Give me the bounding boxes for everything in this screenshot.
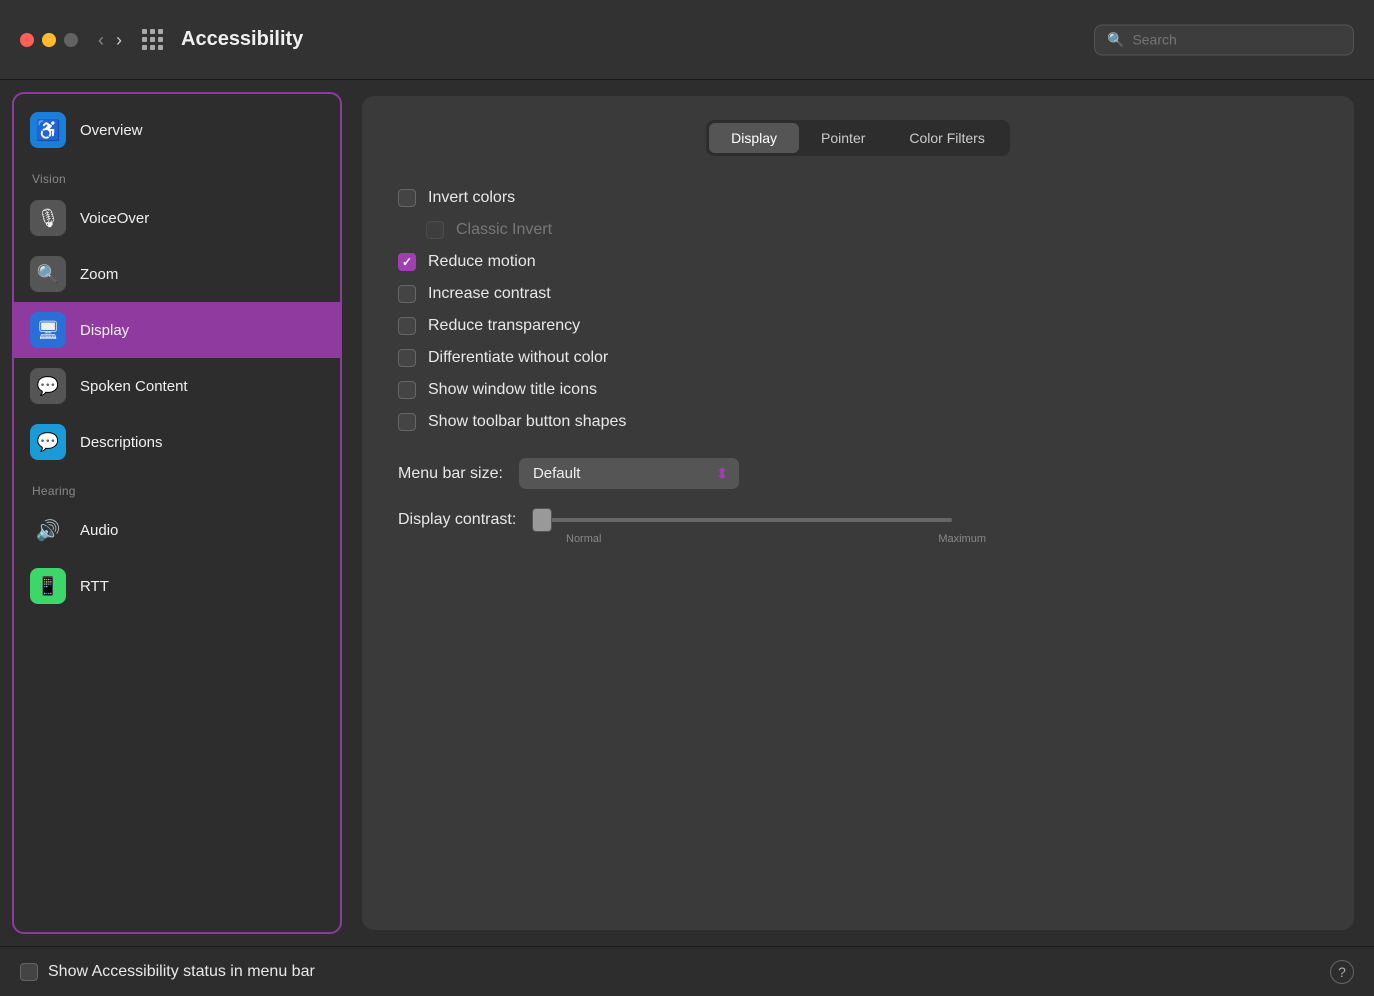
accessibility-status-label: Show Accessibility status in menu bar bbox=[48, 963, 315, 981]
reduce-motion-checkbox[interactable] bbox=[398, 253, 416, 271]
window-controls bbox=[20, 33, 78, 47]
reduce-motion-label: Reduce motion bbox=[428, 253, 536, 271]
display-contrast-label: Display contrast: bbox=[398, 511, 516, 529]
help-button[interactable]: ? bbox=[1330, 960, 1354, 984]
tab-display[interactable]: Display bbox=[709, 123, 799, 153]
tab-pointer[interactable]: Pointer bbox=[799, 123, 887, 153]
invert-colors-checkbox[interactable] bbox=[398, 189, 416, 207]
reduce-motion-row: Reduce motion bbox=[398, 248, 1318, 276]
titlebar: ‹ › Accessibility 🔍 bbox=[0, 0, 1374, 80]
audio-label: Audio bbox=[80, 522, 118, 539]
slider-normal-label: Normal bbox=[566, 533, 601, 545]
reduce-transparency-row: Reduce transparency bbox=[398, 312, 1318, 340]
slider-wrap bbox=[532, 518, 952, 522]
sidebar-item-display[interactable]: 🖥 Display bbox=[14, 302, 340, 358]
show-toolbar-shapes-checkbox[interactable] bbox=[398, 413, 416, 431]
tab-group: Display Pointer Color Filters bbox=[706, 120, 1010, 156]
rtt-label: RTT bbox=[80, 578, 109, 595]
sidebar-item-audio[interactable]: 🔊 Audio bbox=[14, 502, 340, 558]
differentiate-label: Differentiate without color bbox=[428, 349, 608, 367]
forward-arrow[interactable]: › bbox=[116, 31, 122, 49]
hearing-section-label: Hearing bbox=[14, 470, 340, 502]
differentiate-row: Differentiate without color bbox=[398, 344, 1318, 372]
increase-contrast-row: Increase contrast bbox=[398, 280, 1318, 308]
contrast-slider[interactable] bbox=[532, 518, 952, 522]
search-icon: 🔍 bbox=[1107, 31, 1124, 48]
content-area: Display Pointer Color Filters Invert col… bbox=[342, 80, 1374, 946]
bottom-bar: Show Accessibility status in menu bar ? bbox=[0, 946, 1374, 996]
voiceover-label: VoiceOver bbox=[80, 210, 149, 227]
show-window-icons-label: Show window title icons bbox=[428, 381, 597, 399]
minimize-button[interactable] bbox=[42, 33, 56, 47]
invert-colors-row: Invert colors bbox=[398, 184, 1318, 212]
menu-bar-select-wrap: Default Large ⬍ bbox=[519, 458, 739, 489]
increase-contrast-label: Increase contrast bbox=[428, 285, 551, 303]
increase-contrast-checkbox[interactable] bbox=[398, 285, 416, 303]
overview-icon: ♿ bbox=[30, 112, 66, 148]
display-icon: 🖥 bbox=[30, 312, 66, 348]
slider-labels: Normal Maximum bbox=[566, 533, 986, 545]
close-button[interactable] bbox=[20, 33, 34, 47]
menu-bar-size-row: Menu bar size: Default Large ⬍ bbox=[398, 458, 1318, 489]
search-input[interactable] bbox=[1132, 32, 1341, 48]
accessibility-status-checkbox[interactable] bbox=[20, 963, 38, 981]
back-arrow[interactable]: ‹ bbox=[98, 31, 104, 49]
audio-icon: 🔊 bbox=[30, 512, 66, 548]
app-grid-icon[interactable] bbox=[142, 29, 163, 50]
search-bar[interactable]: 🔍 bbox=[1094, 24, 1354, 55]
show-toolbar-shapes-row: Show toolbar button shapes bbox=[398, 408, 1318, 436]
sidebar-item-descriptions[interactable]: 💬 Descriptions bbox=[14, 414, 340, 470]
main-layout: ♿ Overview Vision 🎙 VoiceOver 🔍 Zoom 🖥 D… bbox=[0, 80, 1374, 946]
reduce-transparency-checkbox[interactable] bbox=[398, 317, 416, 335]
invert-colors-label: Invert colors bbox=[428, 189, 515, 207]
spoken-content-icon: 💬 bbox=[30, 368, 66, 404]
differentiate-checkbox[interactable] bbox=[398, 349, 416, 367]
show-window-icons-checkbox[interactable] bbox=[398, 381, 416, 399]
display-label: Display bbox=[80, 322, 129, 339]
content-panel: Display Pointer Color Filters Invert col… bbox=[362, 96, 1354, 930]
sidebar-item-zoom[interactable]: 🔍 Zoom bbox=[14, 246, 340, 302]
classic-invert-checkbox[interactable] bbox=[426, 221, 444, 239]
sidebar: ♿ Overview Vision 🎙 VoiceOver 🔍 Zoom 🖥 D… bbox=[12, 92, 342, 934]
sidebar-item-rtt[interactable]: 📱 RTT bbox=[14, 558, 340, 614]
classic-invert-row: Classic Invert bbox=[398, 216, 1318, 244]
menu-bar-size-label: Menu bar size: bbox=[398, 465, 503, 483]
sidebar-item-spoken-content[interactable]: 💬 Spoken Content bbox=[14, 358, 340, 414]
contrast-label-row: Display contrast: bbox=[398, 511, 952, 529]
nav-arrows: ‹ › bbox=[98, 31, 122, 49]
classic-invert-label: Classic Invert bbox=[456, 221, 552, 239]
show-window-icons-row: Show window title icons bbox=[398, 376, 1318, 404]
maximize-button[interactable] bbox=[64, 33, 78, 47]
rtt-icon: 📱 bbox=[30, 568, 66, 604]
bottom-checkbox-row: Show Accessibility status in menu bar bbox=[20, 963, 315, 981]
zoom-icon: 🔍 bbox=[30, 256, 66, 292]
menu-bar-select[interactable]: Default Large bbox=[519, 458, 739, 489]
window-title: Accessibility bbox=[181, 28, 303, 51]
descriptions-icon: 💬 bbox=[30, 424, 66, 460]
zoom-label: Zoom bbox=[80, 266, 118, 283]
overview-label: Overview bbox=[80, 122, 143, 139]
display-contrast-row: Display contrast: Normal Maximum bbox=[398, 511, 1318, 545]
tab-color-filters[interactable]: Color Filters bbox=[887, 123, 1006, 153]
voiceover-icon: 🎙 bbox=[30, 200, 66, 236]
vision-section-label: Vision bbox=[14, 158, 340, 190]
descriptions-label: Descriptions bbox=[80, 434, 163, 451]
slider-maximum-label: Maximum bbox=[938, 533, 986, 545]
show-toolbar-shapes-label: Show toolbar button shapes bbox=[428, 413, 626, 431]
reduce-transparency-label: Reduce transparency bbox=[428, 317, 580, 335]
spoken-content-label: Spoken Content bbox=[80, 378, 188, 395]
settings-list: Invert colors Classic Invert Reduce moti… bbox=[398, 184, 1318, 436]
sidebar-item-overview[interactable]: ♿ Overview bbox=[14, 102, 340, 158]
sidebar-item-voiceover[interactable]: 🎙 VoiceOver bbox=[14, 190, 340, 246]
